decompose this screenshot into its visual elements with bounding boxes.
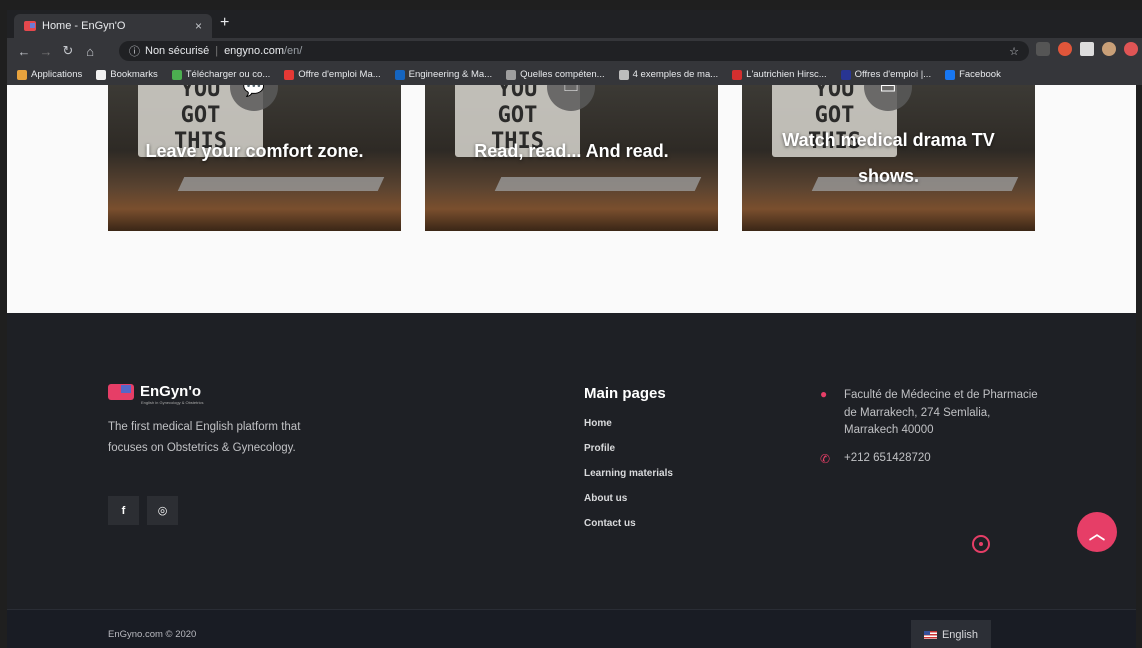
bookmark-item[interactable]: 4 exemples de ma... bbox=[618, 69, 719, 80]
back-icon[interactable]: ← bbox=[13, 44, 35, 59]
footer-bottom-bar: EnGyno.com © 2020 English bbox=[7, 609, 1136, 648]
reload-icon[interactable]: ↻ bbox=[57, 43, 79, 59]
new-tab-button[interactable]: + bbox=[220, 14, 229, 32]
bookmark-label: 4 exemples de ma... bbox=[632, 69, 719, 80]
chevron-up-icon: ︿ bbox=[1088, 526, 1105, 543]
url-path: /en/ bbox=[284, 45, 303, 57]
laptop-image bbox=[494, 177, 702, 191]
bookmarks-bar: Applications Bookmarks Télécharger ou co..… bbox=[7, 64, 1142, 85]
brand-tagline: English in Gynecology & Obstetrics bbox=[141, 400, 204, 405]
bookmark-label: L'autrichien Hirsc... bbox=[746, 69, 827, 80]
tip-card[interactable]: YOU GOT THIS 💬 Leave your comfort zone. bbox=[108, 85, 401, 231]
tip-card[interactable]: YOU GOT THIS ▭ Watch medical drama TV show… bbox=[742, 85, 1035, 231]
us-flag-icon bbox=[923, 630, 937, 639]
bookmark-label: Engineering & Ma... bbox=[408, 69, 493, 80]
social-links: f ◎ bbox=[108, 496, 178, 525]
bookmark-favicon-icon bbox=[17, 69, 27, 80]
puzzle-icon[interactable] bbox=[1080, 42, 1094, 56]
url-domain: engyno.com bbox=[224, 45, 284, 57]
brand-name: EnGyn'o bbox=[140, 383, 202, 400]
extension-icon[interactable] bbox=[1058, 42, 1072, 56]
bookmark-label: Applications bbox=[31, 69, 83, 80]
copyright-text: EnGyno.com © 2020 bbox=[108, 629, 197, 640]
bookmark-favicon-icon bbox=[284, 69, 295, 80]
bookmark-label: Facebook bbox=[959, 69, 1001, 80]
bookmark-favicon-icon bbox=[506, 69, 517, 80]
phone-text: +212 651428720 bbox=[844, 451, 931, 464]
main-pages-heading: Main pages bbox=[584, 385, 666, 402]
footer-main-pages: Main pages Home Profile Learning materia… bbox=[584, 385, 673, 543]
profile-avatar-icon[interactable] bbox=[1102, 42, 1116, 56]
footer-link-learning-materials[interactable]: Learning materials bbox=[584, 468, 673, 493]
bookmark-favicon-icon bbox=[618, 69, 629, 80]
bookmark-label: Offres d'emploi |... bbox=[854, 69, 932, 80]
web-page: YOU GOT THIS 💬 Leave your comfort zone. YO… bbox=[7, 85, 1136, 648]
bookmark-favicon-icon bbox=[394, 69, 405, 80]
bookmark-item[interactable]: Offre d'emploi Ma... bbox=[284, 69, 381, 80]
facebook-icon[interactable]: f bbox=[108, 496, 139, 525]
instagram-icon[interactable]: ◎ bbox=[147, 496, 178, 525]
browser-tab[interactable]: Home - EnGyn'O × bbox=[14, 14, 212, 38]
browser-tab-bar: Home - EnGyn'O × + bbox=[7, 10, 1142, 38]
bookmark-item[interactable]: Télécharger ou co... bbox=[171, 69, 271, 80]
tip-card-title: Read, read... And read. bbox=[474, 141, 669, 161]
site-footer: EnGyn'o English in Gynecology & Obstetri… bbox=[7, 313, 1136, 609]
language-label: English bbox=[941, 628, 979, 641]
footer-contact: ● Faculté de Médecine et de Pharmacie de… bbox=[820, 387, 1044, 466]
bookmark-favicon-icon bbox=[732, 69, 743, 80]
tab-title: Home - EnGyn'O bbox=[42, 20, 126, 32]
footer-logo[interactable]: EnGyn'o English in Gynecology & Obstetri… bbox=[108, 383, 203, 405]
bookmark-favicon-icon bbox=[840, 69, 851, 80]
brand-logo-icon bbox=[108, 383, 134, 400]
tips-section: YOU GOT THIS 💬 Leave your comfort zone. YO… bbox=[7, 85, 1136, 313]
bookmark-favicon-icon bbox=[171, 69, 182, 80]
forward-icon[interactable]: → bbox=[35, 44, 57, 59]
bookmark-item[interactable]: Applications bbox=[17, 69, 82, 80]
bookmark-item[interactable]: L'autrichien Hirsc... bbox=[732, 69, 827, 80]
bookmark-item[interactable]: Facebook bbox=[945, 69, 1001, 80]
bookmark-label: Télécharger ou co... bbox=[185, 69, 271, 80]
bookmark-favicon-icon bbox=[945, 69, 956, 80]
tip-card-title: Leave your comfort zone. bbox=[145, 141, 364, 161]
address-text: Faculté de Médecine et de Pharmacie de M… bbox=[844, 389, 1038, 436]
tip-card-title: Watch medical drama TV shows. bbox=[782, 130, 995, 186]
language-switcher[interactable]: English bbox=[911, 620, 991, 648]
record-icon[interactable] bbox=[972, 535, 990, 553]
footer-link-profile[interactable]: Profile bbox=[584, 443, 673, 468]
tip-card[interactable]: YOUGOTTHIS 🗋 Read, read... And read. bbox=[425, 85, 718, 231]
footer-link-home[interactable]: Home bbox=[584, 418, 673, 443]
bookmark-favicon-icon bbox=[96, 69, 107, 80]
home-icon[interactable]: ⌂ bbox=[79, 44, 101, 59]
phone-icon: ✆ bbox=[820, 451, 831, 466]
footer-about-text: The first medical English platform that … bbox=[108, 421, 301, 454]
extension-icons bbox=[1036, 42, 1138, 56]
extension-icon[interactable] bbox=[1036, 42, 1050, 56]
bookmark-label: Bookmarks bbox=[110, 69, 158, 80]
extension-icon[interactable] bbox=[1124, 42, 1138, 56]
footer-link-about[interactable]: About us bbox=[584, 493, 673, 518]
location-pin-icon: ● bbox=[820, 387, 828, 401]
footer-link-contact[interactable]: Contact us bbox=[584, 518, 673, 543]
bookmark-item[interactable]: Quelles compéten... bbox=[506, 69, 605, 80]
bookmark-label: Offre d'emploi Ma... bbox=[298, 69, 381, 80]
url-separator: | bbox=[215, 45, 219, 57]
info-icon[interactable]: ⓘ bbox=[129, 43, 140, 59]
address-bar[interactable]: ⓘ Non sécurisé | engyno.com/en/ ☆ bbox=[119, 41, 1029, 61]
security-label: Non sécurisé bbox=[145, 45, 210, 57]
laptop-image bbox=[177, 177, 385, 191]
site-favicon-icon bbox=[24, 21, 36, 31]
scroll-to-top-button[interactable]: ︿ bbox=[1077, 512, 1117, 552]
bookmark-label: Quelles compéten... bbox=[520, 69, 605, 80]
bookmark-star-icon[interactable]: ☆ bbox=[1009, 45, 1019, 58]
bookmark-item[interactable]: Offres d'emploi |... bbox=[840, 69, 932, 80]
bookmark-item[interactable]: Engineering & Ma... bbox=[394, 69, 493, 80]
tab-close-icon[interactable]: × bbox=[195, 19, 202, 33]
bookmark-item[interactable]: Bookmarks bbox=[96, 69, 158, 80]
browser-toolbar: ← → ↻ ⌂ ⓘ Non sécurisé | engyno.com/en/ … bbox=[7, 38, 1142, 64]
